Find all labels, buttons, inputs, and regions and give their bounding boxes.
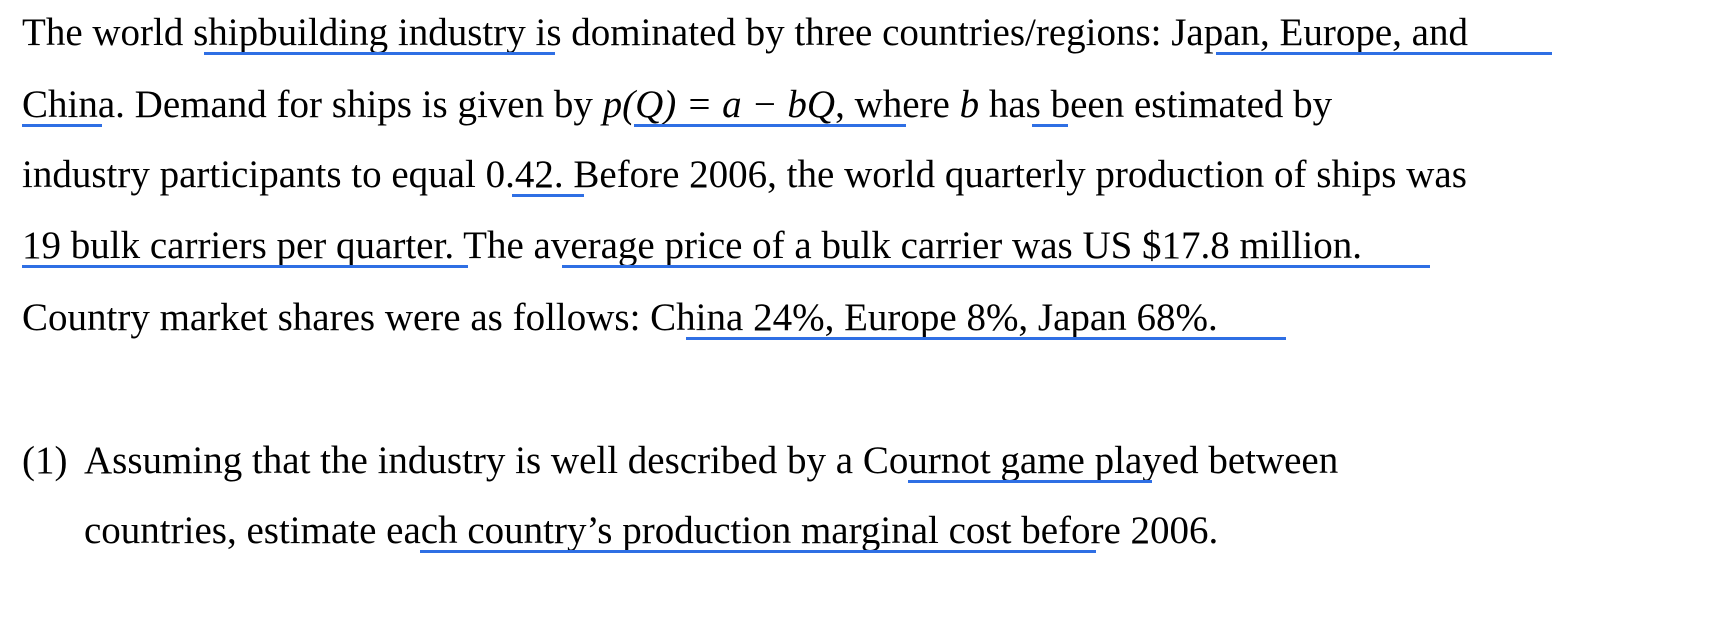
underlined-term-production: 19 bulk carriers per quarter bbox=[22, 224, 445, 267]
underline-value bbox=[512, 194, 584, 197]
paragraph-line-4: 19 bulk carriers per quarter. The averag… bbox=[22, 226, 1362, 265]
variable-b: b bbox=[959, 83, 980, 126]
question-line-1-text: Assuming that the industry is well descr… bbox=[84, 441, 1338, 480]
text: before 2006. bbox=[1021, 509, 1219, 552]
text: . Demand for ships is given by bbox=[115, 83, 603, 126]
underline-production-quarter bbox=[22, 265, 468, 268]
underline-average-price bbox=[562, 265, 1430, 268]
underlined-term-cournot-game: Cournot game bbox=[862, 439, 1095, 482]
paragraph-line-2: China. Demand for ships is given by p(Q)… bbox=[22, 85, 1332, 124]
underline-china bbox=[22, 124, 102, 127]
underline-japan-europe-and bbox=[1216, 52, 1552, 55]
question-number: (1) bbox=[22, 439, 68, 482]
underline-marginal-cost bbox=[420, 550, 1096, 553]
text: is dominated by three countries/regions bbox=[525, 11, 1151, 54]
text: Country market shares were as follows: bbox=[22, 296, 651, 339]
underline-demand-formula bbox=[634, 124, 906, 127]
text: . Before 2006, the world quarterly produ… bbox=[553, 153, 1467, 196]
underlined-value-b: 0.42 bbox=[485, 153, 554, 196]
underlined-term-marginal-cost: each country’s production marginal cost bbox=[386, 509, 1022, 552]
underlined-term-china: China bbox=[22, 83, 116, 126]
text: Assuming that the industry is well descr… bbox=[84, 439, 863, 482]
underlined-term-countries: : Japan, Europe, and bbox=[1150, 11, 1468, 54]
text: , where bbox=[835, 83, 960, 126]
question-line-2: countries, estimate each country’s produ… bbox=[84, 511, 1218, 550]
paragraph-line-5: Country market shares were as follows: C… bbox=[22, 298, 1218, 337]
paragraph-line-1: The world shipbuilding industry is domin… bbox=[22, 13, 1468, 52]
demand-formula: p(Q) = a − bQ bbox=[602, 83, 836, 126]
text: industry participants to equal bbox=[22, 153, 486, 196]
text: countries, estimate bbox=[84, 509, 387, 552]
underline-market-shares bbox=[686, 337, 1286, 340]
text: . The bbox=[444, 224, 534, 267]
underlined-term-average-price: average price of a bulk carrier was US $… bbox=[533, 224, 1353, 267]
text: . bbox=[1352, 224, 1362, 267]
underlined-term-market-shares: China 24%, Europe 8%, Japan 68%. bbox=[650, 296, 1218, 339]
underline-variable-b bbox=[1032, 124, 1068, 127]
underlined-term-shipbuilding-industry: shipbuilding industry bbox=[193, 11, 526, 54]
underline-shipbuilding-industry bbox=[204, 52, 555, 55]
text: played between bbox=[1094, 439, 1339, 482]
text: has been estimated by bbox=[979, 83, 1333, 126]
paragraph-line-3: industry participants to equal 0.42. Bef… bbox=[22, 155, 1467, 194]
underline-cournot-game bbox=[908, 480, 1152, 483]
question-line-1: (1) bbox=[22, 441, 67, 480]
text: The world bbox=[22, 11, 194, 54]
